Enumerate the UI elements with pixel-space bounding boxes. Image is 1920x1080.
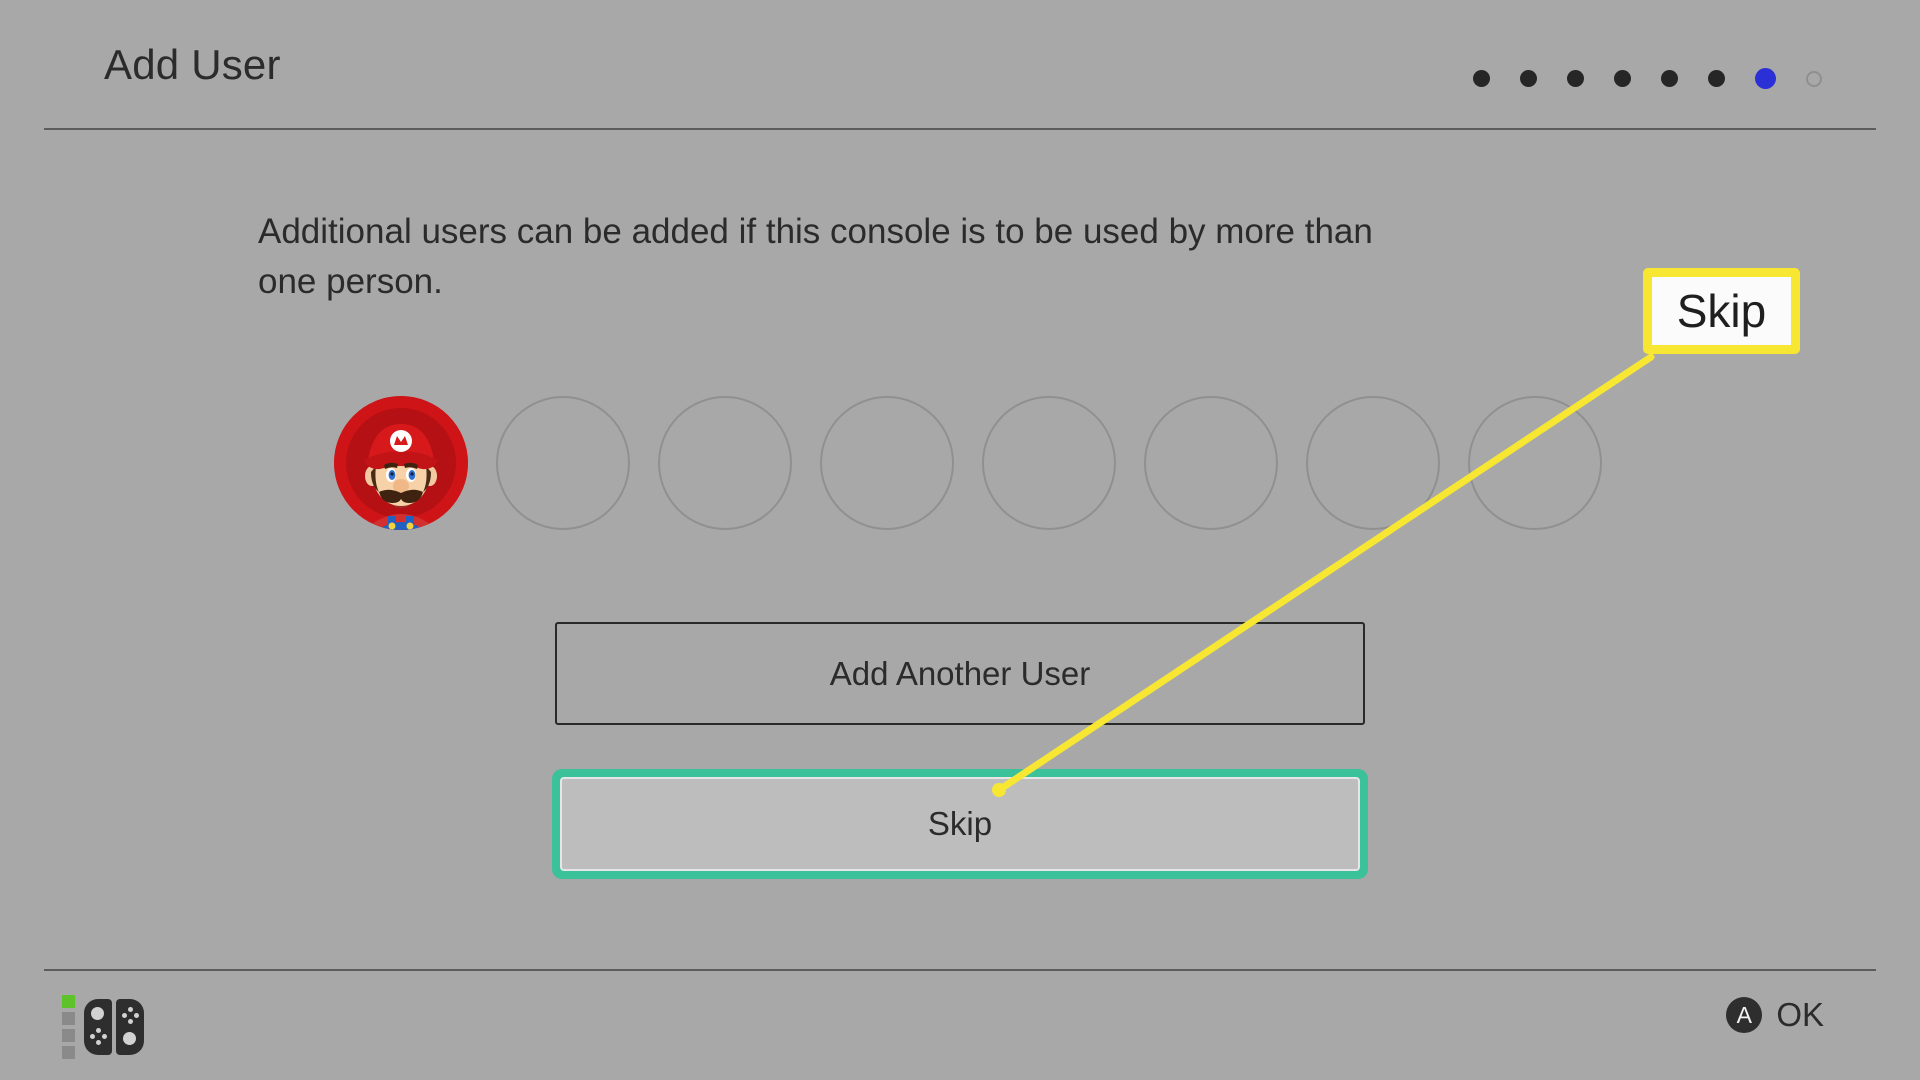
user-slot-row <box>334 396 1602 530</box>
user-slot-empty-7[interactable] <box>1306 396 1440 530</box>
header-divider <box>44 128 1876 130</box>
user-slot-empty-6[interactable] <box>1144 396 1278 530</box>
player-led-4 <box>62 1046 75 1059</box>
user-slot-filled-mario[interactable] <box>334 396 468 530</box>
player-led-3 <box>62 1029 75 1042</box>
mario-avatar <box>334 396 468 530</box>
joycon-right-icon <box>116 999 144 1055</box>
ok-label: OK <box>1776 996 1824 1033</box>
add-another-user-button[interactable]: Add Another User <box>555 622 1365 725</box>
progress-dot-6 <box>1708 70 1725 87</box>
progress-dot-3 <box>1567 70 1584 87</box>
controller-indicator[interactable] <box>62 995 144 1059</box>
progress-dot-2 <box>1520 70 1537 87</box>
description-text: Additional users can be added if this co… <box>258 212 1373 301</box>
progress-dot-4 <box>1614 70 1631 87</box>
progress-dots <box>1473 68 1822 89</box>
page-title: Add User <box>104 41 281 88</box>
annotation-arrow <box>992 353 1655 797</box>
footer-divider <box>44 969 1876 971</box>
user-slot-empty-8[interactable] <box>1468 396 1602 530</box>
a-button-icon: A <box>1726 997 1763 1033</box>
progress-dot-5 <box>1661 70 1678 87</box>
footer-bar: A OK <box>0 990 1920 1070</box>
ok-hint[interactable]: A OK <box>1726 996 1824 1034</box>
progress-dot-8-empty <box>1806 70 1822 87</box>
progress-dot-7-current <box>1755 68 1776 89</box>
joycon-pair-icon <box>84 999 144 1055</box>
user-slot-empty-4[interactable] <box>820 396 954 530</box>
user-slot-empty-5[interactable] <box>982 396 1116 530</box>
progress-dot-1 <box>1473 70 1490 87</box>
user-slot-empty-3[interactable] <box>658 396 792 530</box>
add-user-screen: Add User Additional users can be added i… <box>0 0 1920 1080</box>
player-led-2 <box>62 1012 75 1025</box>
annotation-overlay: Skip <box>0 0 1920 1080</box>
joycon-left-icon <box>84 999 112 1055</box>
annotation-callout-skip: Skip <box>1643 268 1800 354</box>
skip-button[interactable]: Skip <box>560 777 1360 871</box>
player-led-indicator <box>62 995 75 1059</box>
player-led-1 <box>62 995 75 1008</box>
skip-button-selection-highlight: Skip <box>552 769 1368 879</box>
user-slot-empty-2[interactable] <box>496 396 630 530</box>
